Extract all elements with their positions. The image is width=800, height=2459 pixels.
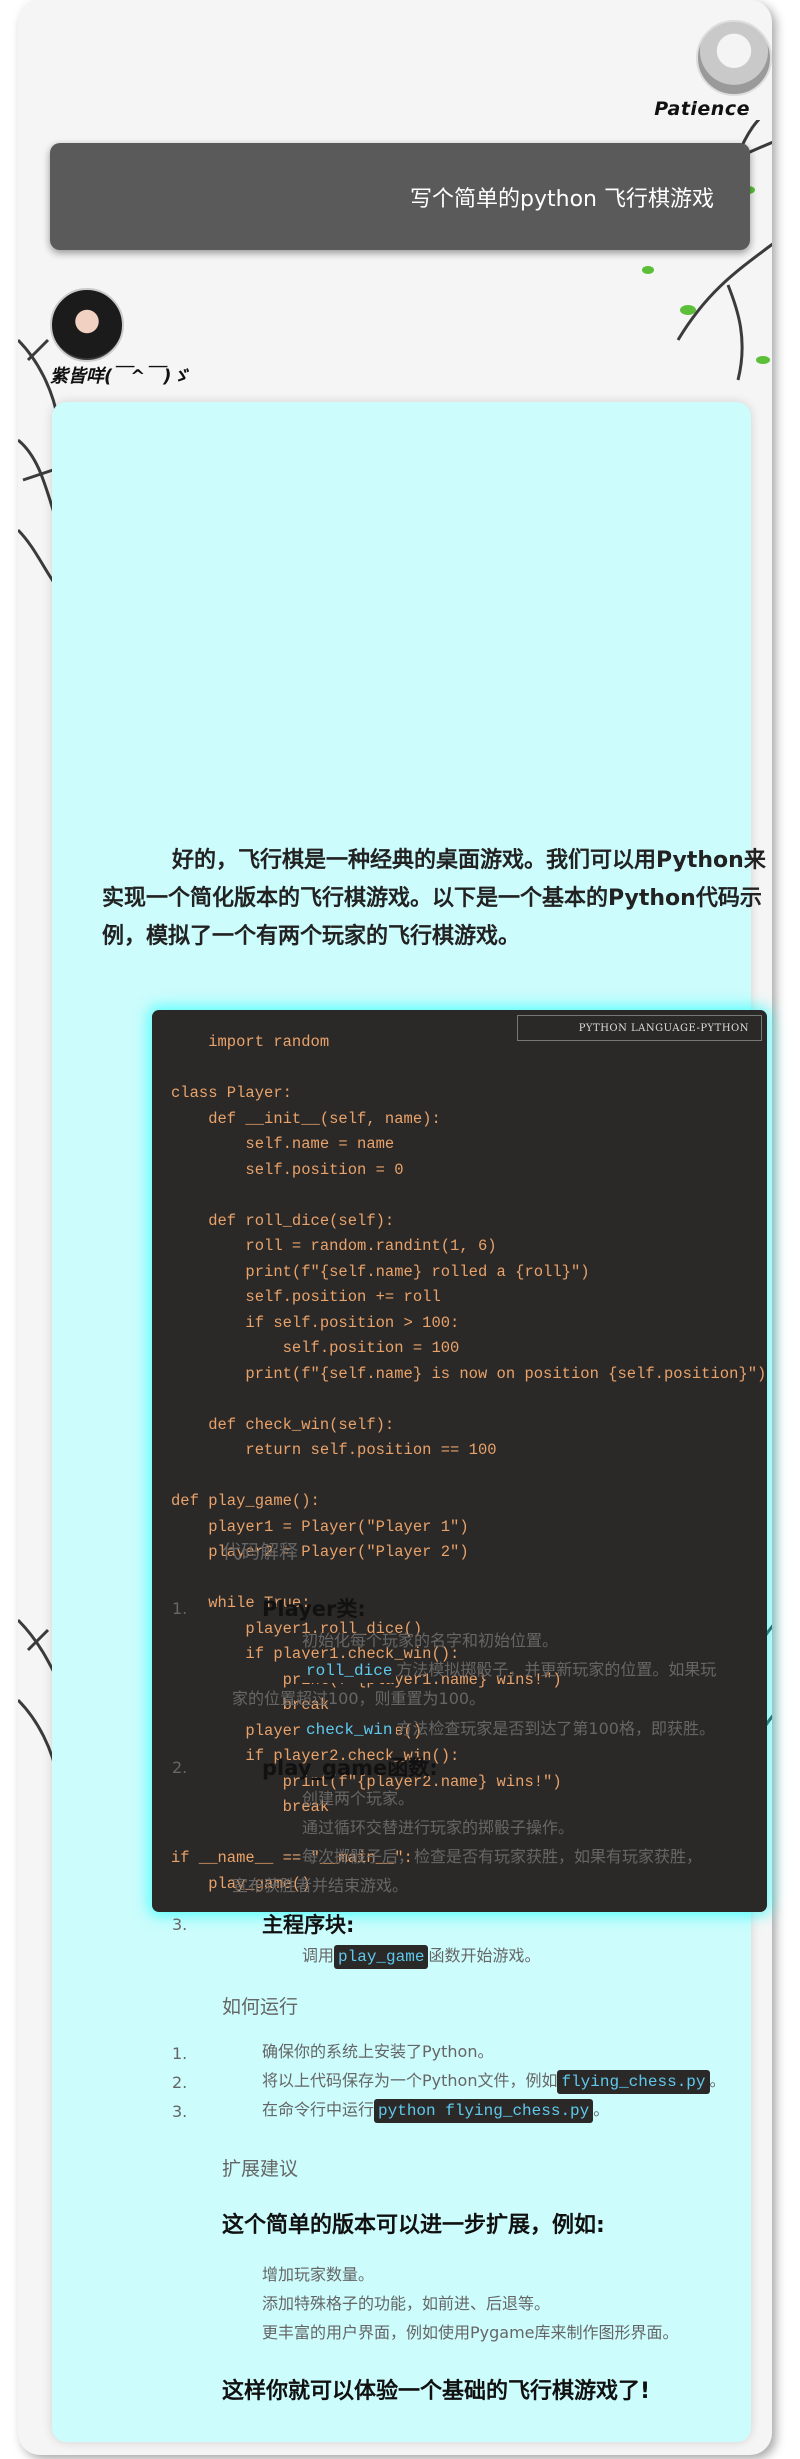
list-number: 2.	[172, 1758, 188, 1777]
user-name: Patience	[654, 98, 750, 120]
user-message-text: 写个简单的python 飞行棋游戏	[410, 186, 714, 212]
inline-code: play_game	[334, 1945, 429, 1969]
section-heading-extension: 扩展建议	[222, 2158, 299, 2180]
list-number: 1.	[172, 1599, 188, 1618]
user-avatar[interactable]	[696, 20, 772, 96]
list-item-continuation: 宣布获胜者并结束游戏。	[232, 1876, 409, 1895]
bot-name: 紫皆咩(￣^￣)ゞ	[50, 366, 190, 387]
list-item: 创建两个玩家。	[302, 1789, 415, 1808]
bot-avatar[interactable]	[50, 288, 124, 362]
list-item: 将以上代码保存为一个Python文件，例如 flying_chess.py。	[262, 2067, 726, 2095]
list-item-text: 方法检查玩家是否到达了第100格，即获胜。	[396, 1719, 715, 1738]
code-text[interactable]: import random class Player: def __init__…	[171, 1030, 766, 1897]
item-title-player: Player类:	[262, 1597, 366, 1621]
closing-line: 这样你就可以体验一个基础的飞行棋游戏了!	[222, 2379, 651, 2404]
extension-lead: 这个简单的版本可以进一步扩展，例如:	[222, 2213, 605, 2238]
list-item-text: 。	[709, 2071, 726, 2090]
list-item: 每次掷骰子后，检查是否有玩家获胜，如果有玩家获胜，	[302, 1847, 703, 1866]
list-item: 添加特殊格子的功能，如前进、后退等。	[262, 2294, 551, 2313]
list-item: 初始化每个玩家的名字和初始位置。	[302, 1631, 559, 1650]
user-message-bubble: 写个简单的python 飞行棋游戏	[50, 143, 750, 250]
list-item: 调用 play_game 函数开始游戏。	[302, 1942, 540, 1970]
list-item: 在命令行中运行 python flying_chess.py。	[262, 2096, 609, 2124]
list-item: 更丰富的用户界面，例如使用Pygame库来制作图形界面。	[262, 2323, 679, 2342]
list-item-text: 将以上代码保存为一个Python文件，例如	[262, 2071, 558, 2090]
list-item: roll_dice 方法模拟掷骰子，并更新玩家的位置。如果玩	[302, 1656, 762, 1684]
inline-code: python flying_chess.py	[374, 2099, 594, 2123]
list-item: 确保你的系统上安装了Python。	[262, 2042, 494, 2061]
item-title-play-game: play_game函数:	[262, 1756, 438, 1780]
list-item-continuation: 家的位置超过100，则重置为100。	[232, 1689, 486, 1708]
list-number: 2.	[172, 2073, 188, 2092]
item-title-main: 主程序块:	[262, 1913, 355, 1937]
list-item: 增加玩家数量。	[262, 2265, 375, 2284]
list-number: 3.	[172, 1915, 188, 1934]
list-item-text: 调用	[302, 1946, 335, 1965]
list-item-text: 函数开始游戏。	[428, 1946, 541, 1965]
list-item-text: 。	[593, 2100, 610, 2119]
inline-code: check_win	[302, 1718, 397, 1742]
list-item: check_win 方法检查玩家是否到达了第100格，即获胜。	[302, 1715, 715, 1743]
list-item-text: 在命令行中运行	[262, 2100, 375, 2119]
code-block: PYTHON LANGUAGE-PYTHON import random cla…	[152, 1010, 767, 1912]
inline-code: roll_dice	[302, 1659, 397, 1683]
list-number: 1.	[172, 2044, 188, 2063]
inline-code: flying_chess.py	[557, 2070, 710, 2094]
list-item-text: 方法模拟掷骰子，并更新玩家的位置。如果玩	[396, 1660, 717, 1679]
list-item: 通过循环交替进行玩家的掷骰子操作。	[302, 1818, 575, 1837]
section-heading-explain: 代码解释	[222, 1541, 299, 1563]
section-heading-run: 如何运行	[222, 1996, 299, 2018]
list-number: 3.	[172, 2102, 188, 2121]
answer-intro: 好的，飞行棋是一种经典的桌面游戏。我们可以用Python来实现一个简化版本的飞行…	[102, 848, 766, 949]
bot-answer-bubble: 好的，飞行棋是一种经典的桌面游戏。我们可以用Python来实现一个简化版本的飞行…	[52, 402, 767, 2442]
